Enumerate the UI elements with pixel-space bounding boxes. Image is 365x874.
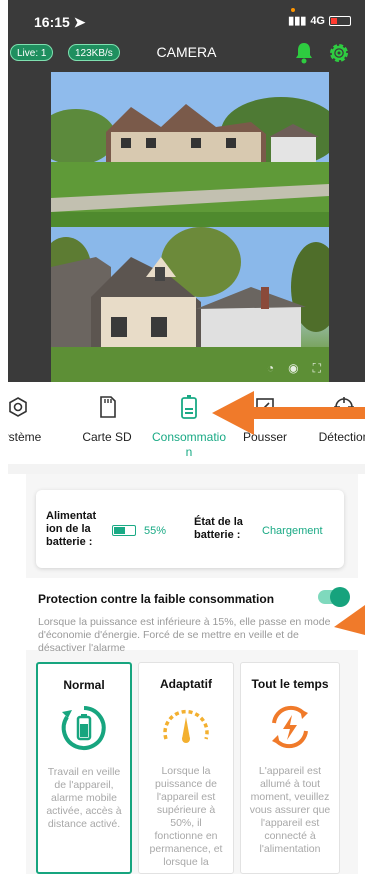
camera-controls: ◔ ◉ ⛶: [267, 361, 321, 376]
mode-title: Tout le temps: [251, 677, 329, 691]
status-bar: 16:15 ➤ ▮▮▮ 4G: [8, 0, 365, 38]
sd-card-icon: [100, 396, 116, 418]
camera-feed-2: ◔ ◉ ⛶: [51, 227, 329, 382]
power-value: 55%: [144, 525, 167, 537]
camera-preview[interactable]: ◔ ◉ ⛶: [51, 72, 329, 382]
gear-icon[interactable]: [327, 41, 351, 70]
power-modes: Normal Travail en veille de l'appareil, …: [36, 662, 348, 874]
annotation-arrow-consommation: [212, 391, 365, 435]
top-bar: Live: 1 123KB/s CAMERA: [8, 38, 365, 68]
speaker-icon[interactable]: ◉: [288, 361, 298, 376]
mode-tout-le-temps[interactable]: Tout le temps L'appareil est allumé à to…: [240, 662, 340, 874]
protection-toggle[interactable]: [318, 587, 350, 607]
settings-panel: Système Carte SD Consommation Pousser Dé…: [8, 382, 365, 874]
network-label: 4G: [310, 14, 325, 27]
hd-icon[interactable]: ◔: [267, 361, 274, 376]
tab-label: Système: [8, 430, 42, 444]
signal-icon: ▮▮▮: [288, 15, 307, 27]
status-time: 16:15 ➤: [34, 14, 86, 30]
tab-label: Carte SD: [82, 430, 132, 444]
mode-description: L'appareil est allumé à tout moment, veu…: [249, 765, 331, 855]
low-power-protection: Protection contre la faible consommation…: [26, 578, 358, 654]
battery-status-icon: [329, 15, 351, 26]
state-value: Chargement: [262, 525, 323, 537]
mode-title: Normal: [63, 678, 105, 692]
battery-info-box: Alimentat ion de la batterie : 55% État de…: [36, 490, 344, 568]
bell-icon[interactable]: [293, 41, 315, 70]
battery-level-bar: [112, 525, 136, 536]
battery-cycle-icon: [38, 702, 130, 754]
divider: [8, 464, 365, 474]
status-indicators: ▮▮▮ 4G: [288, 14, 351, 27]
protection-title: Protection contre la faible consommation: [38, 592, 275, 606]
annotation-arrow-protection: [334, 605, 365, 635]
target-icon: [9, 397, 27, 417]
protection-description: Lorsque la puissance est inférieure à 15…: [38, 616, 331, 654]
fullscreen-icon[interactable]: ⛶: [313, 361, 321, 376]
battery-icon: [181, 395, 197, 419]
mode-description: Lorsque la puissance de l'appareil est s…: [149, 765, 223, 868]
power-label: Alimentat ion de la batterie :: [46, 510, 97, 548]
charging-cycle-icon: [241, 701, 339, 753]
mode-description: Travail en veille de l'appareil, alarme …: [46, 766, 122, 830]
tab-systeme[interactable]: Système: [8, 392, 63, 445]
state-label: État de la batterie :: [194, 516, 243, 541]
privacy-dot: [291, 8, 295, 12]
camera-feed-1: [51, 72, 329, 227]
gauge-icon: [139, 701, 233, 753]
power-settings: Alimentat ion de la batterie : 55% État de…: [26, 474, 358, 874]
tab-carte-sd[interactable]: Carte SD: [62, 392, 152, 445]
mode-normal[interactable]: Normal Travail en veille de l'appareil, …: [36, 662, 132, 874]
mode-title: Adaptatif: [160, 677, 212, 691]
mode-adaptatif[interactable]: Adaptatif Lorsque la puissance de l'appa…: [138, 662, 234, 874]
